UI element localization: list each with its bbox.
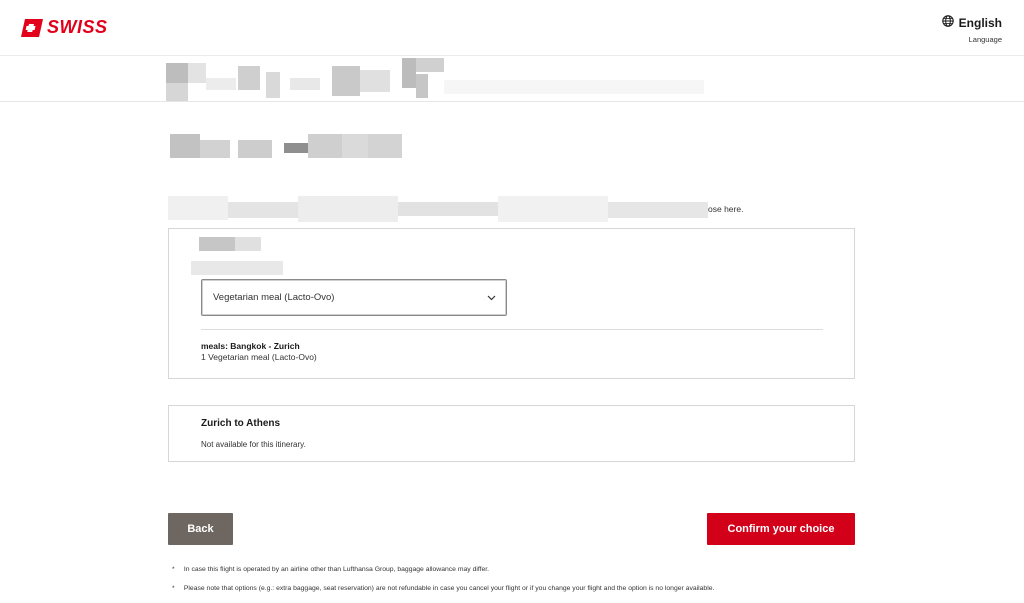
language-label: Language (968, 35, 1002, 44)
globe-icon (941, 14, 954, 32)
footnote-marker: * (172, 566, 175, 573)
section-divider (0, 101, 1024, 102)
meal-select[interactable]: Vegetarian meal (Lacto-Ovo) (201, 279, 507, 316)
flight-segment-card: Zurich to Athens Not available for this … (168, 405, 855, 462)
back-button[interactable]: Back (168, 513, 233, 545)
footnote-baggage: * In case this flight is operated by an … (172, 566, 489, 573)
footnote-marker: * (172, 585, 175, 592)
segment-availability-text: Not available for this itinerary. (201, 440, 306, 449)
meal-summary-title: meals: Bangkok - Zurich (201, 341, 300, 351)
segment-title: Zurich to Athens (201, 418, 281, 429)
swiss-logo[interactable]: SWISS (21, 17, 108, 38)
intro-text-tail: ose here. (708, 204, 744, 214)
swiss-flag-icon (21, 18, 43, 37)
meal-selection-card: Vegetarian meal (Lacto-Ovo) meals: Bangk… (168, 228, 855, 379)
meal-select-value: Vegetarian meal (Lacto-Ovo) (213, 292, 335, 303)
meal-summary-item: 1 Vegetarian meal (Lacto-Ovo) (201, 352, 317, 362)
footnote-text: Please note that options (e.g.: extra ba… (183, 585, 715, 592)
brand-name: SWISS (47, 17, 108, 37)
language-name: English (958, 16, 1002, 30)
confirm-choice-button[interactable]: Confirm your choice (707, 513, 855, 545)
card-divider (201, 329, 823, 330)
footnote-text: In case this flight is operated by an ai… (183, 566, 490, 573)
footnote-refund: * Please note that options (e.g.: extra … (172, 585, 714, 592)
page: SWISS English Language ose here. Vegetar… (0, 0, 1024, 603)
chevron-down-icon (487, 293, 496, 304)
header: SWISS English Language (0, 0, 1024, 56)
language-selector[interactable]: English Language (941, 14, 1002, 44)
